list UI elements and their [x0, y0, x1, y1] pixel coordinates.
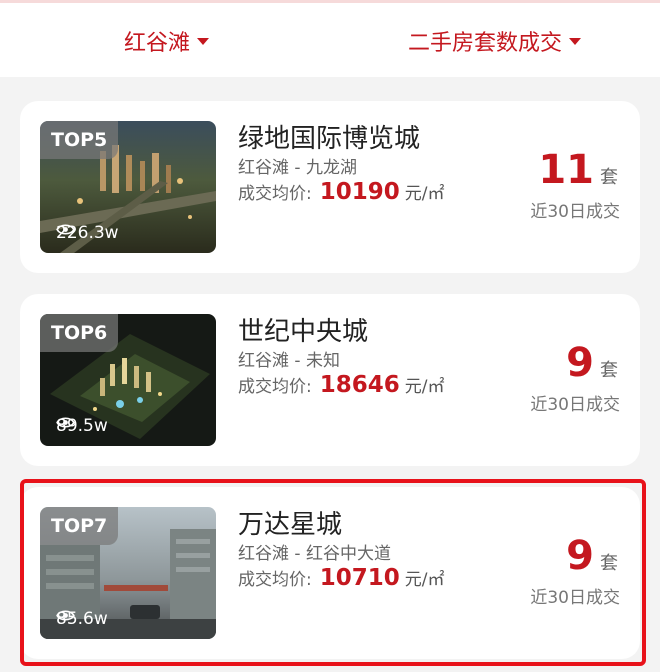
rank-badge: TOP6	[40, 314, 119, 352]
price-value: 18646	[319, 372, 400, 398]
deal-count: 11 套	[538, 147, 618, 193]
deal-count-value: 9	[566, 533, 594, 579]
view-count: 85.6w	[56, 609, 108, 629]
deal-count-unit: 套	[600, 360, 618, 381]
price-label: 成交均价:	[238, 570, 312, 590]
listing-card[interactable]: TOP6 89.5w 世纪中央城 红谷滩 - 未知 成交均价: 18646 元/…	[20, 294, 640, 466]
listing-thumbnail[interactable]: TOP7 85.6w	[40, 507, 216, 639]
eye-icon	[56, 224, 75, 235]
price-label: 成交均价:	[238, 377, 312, 397]
price-unit: 元/㎡	[404, 184, 445, 204]
listing-card[interactable]: TOP5 226.3w 绿地国际博览城 红谷滩 - 九龙湖 成交均价: 1019…	[20, 101, 640, 273]
deal-count-value: 9	[566, 340, 594, 386]
listing-title[interactable]: 万达星城	[238, 504, 342, 541]
listing-location: 红谷滩 - 九龙湖	[238, 158, 357, 178]
deal-period: 近30日成交	[530, 202, 620, 222]
deal-period: 近30日成交	[530, 588, 620, 608]
caret-down-icon	[569, 37, 582, 45]
listing-title[interactable]: 世纪中央城	[238, 311, 368, 348]
sort-filter-dropdown[interactable]: 二手房套数成交	[408, 25, 582, 57]
area-filter-dropdown[interactable]: 红谷滩	[124, 25, 210, 57]
listing-thumbnail[interactable]: TOP6 89.5w	[40, 314, 216, 446]
sort-filter-label: 二手房套数成交	[408, 31, 563, 56]
price-unit: 元/㎡	[404, 570, 445, 590]
price-row: 成交均价: 10710 元/㎡	[238, 565, 445, 591]
price-label: 成交均价:	[238, 184, 312, 204]
deal-period: 近30日成交	[530, 395, 620, 415]
listing-card[interactable]: TOP7 85.6w 万达星城 红谷滩 - 红谷中大道 成交均价: 10710 …	[20, 487, 640, 659]
rank-badge: TOP5	[40, 121, 119, 159]
caret-down-icon	[197, 37, 210, 45]
view-count: 89.5w	[56, 416, 108, 436]
listing-location: 红谷滩 - 红谷中大道	[238, 544, 391, 564]
rank-badge: TOP7	[40, 507, 119, 545]
eye-icon	[56, 610, 75, 621]
deal-count-unit: 套	[600, 553, 618, 574]
price-value: 10190	[319, 179, 400, 205]
price-row: 成交均价: 18646 元/㎡	[238, 372, 445, 398]
listing-thumbnail[interactable]: TOP5 226.3w	[40, 121, 216, 253]
price-row: 成交均价: 10190 元/㎡	[238, 179, 445, 205]
filter-bar: 红谷滩 二手房套数成交	[0, 3, 660, 77]
deal-count-value: 11	[538, 147, 594, 193]
deal-count: 9 套	[566, 533, 618, 579]
price-value: 10710	[319, 565, 400, 591]
area-filter-label: 红谷滩	[124, 31, 191, 56]
eye-icon	[56, 417, 75, 428]
listing-title[interactable]: 绿地国际博览城	[238, 118, 420, 155]
view-count: 226.3w	[56, 223, 119, 243]
listing-location: 红谷滩 - 未知	[238, 351, 340, 371]
price-unit: 元/㎡	[404, 377, 445, 397]
deal-count: 9 套	[566, 340, 618, 386]
deal-count-unit: 套	[600, 167, 618, 188]
